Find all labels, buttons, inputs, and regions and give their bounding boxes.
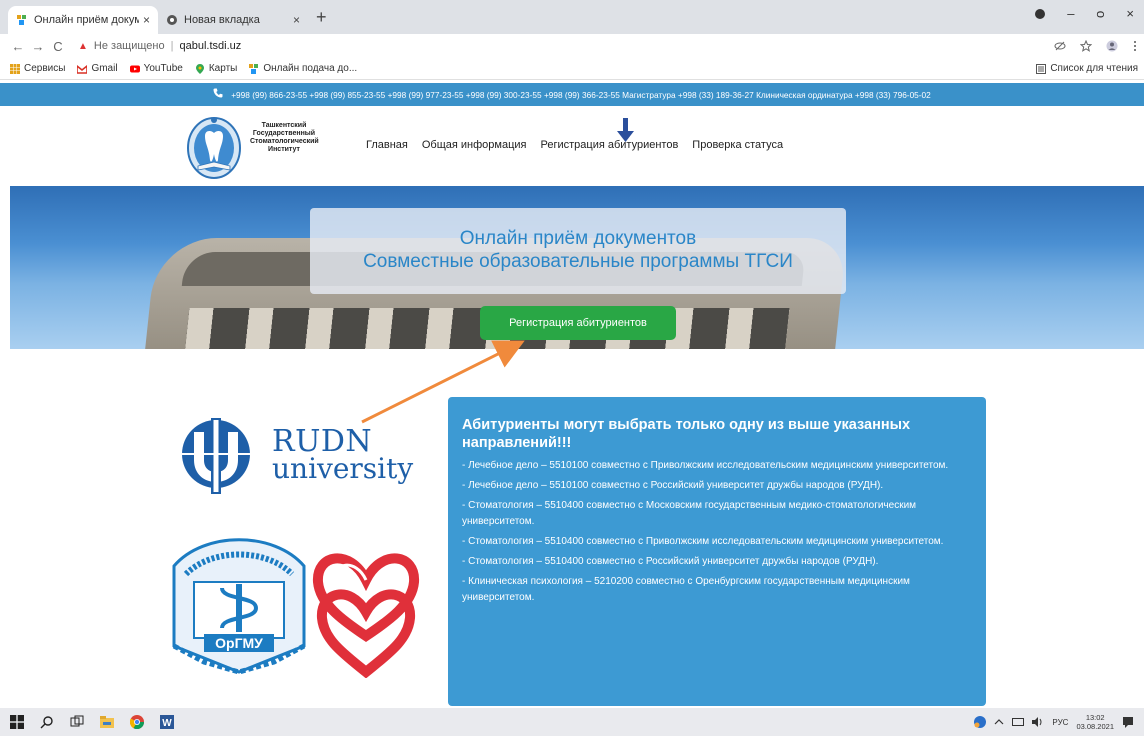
file-explorer-icon[interactable] (100, 715, 114, 729)
bookmark-label: Карты (208, 63, 238, 74)
profile-icon[interactable] (1106, 40, 1118, 52)
keyboard-icon[interactable] (1012, 717, 1025, 727)
menu-kebab-icon[interactable] (1132, 40, 1138, 52)
orgmu-label: ОрГМУ (215, 635, 263, 651)
main-menu: Главная Общая информация Регистрация аби… (366, 139, 783, 151)
new-tab-button[interactable]: + (316, 7, 327, 28)
gmail-icon (77, 64, 88, 74)
bookmarks-bar: Сервисы Gmail YouTube Карты Онлайн подач… (0, 58, 1144, 80)
tab-online-reception[interactable]: Онлайн приём документов × (8, 6, 158, 34)
system-tray: РУС 13:02 03.08.2021 (974, 708, 1134, 736)
address-actions (1054, 40, 1138, 52)
direction-item: - Лечебное дело – 5510100 совместно с Ро… (462, 479, 884, 491)
url-separator: | (170, 40, 174, 52)
windows-start-icon[interactable] (10, 715, 24, 729)
reading-list-button[interactable]: Список для чтения (1036, 63, 1138, 74)
info-title: Абитуриенты могут выбрать только одну из… (462, 417, 911, 451)
reload-button[interactable]: C (48, 39, 68, 54)
clock-time: 13:02 (1085, 713, 1105, 722)
menu-item-home[interactable]: Главная (366, 139, 408, 151)
chrome-favicon-icon (167, 15, 177, 25)
task-view-icon[interactable] (70, 715, 84, 729)
search-icon[interactable] (40, 715, 54, 729)
bookmark-services[interactable]: Сервисы (10, 63, 65, 74)
word-icon[interactable]: W (160, 715, 174, 729)
hearts-logo-icon (313, 553, 419, 678)
chevron-up-icon[interactable] (994, 717, 1004, 727)
chrome-icon[interactable] (130, 715, 144, 729)
menu-item-status-check[interactable]: Проверка статуса (692, 139, 783, 151)
bookmark-gmail[interactable]: Gmail (77, 63, 118, 74)
security-status: Не защищено (93, 40, 165, 52)
tab-new-tab[interactable]: Новая вкладка × (158, 6, 308, 34)
maps-icon (195, 63, 204, 74)
address-bar: ← → C ▲ Не защищено | qabul.tsdi.uz (0, 34, 1144, 58)
contact-phone-bar: +998 (99) 866-23-55 +998 (99) 855-23-55 … (0, 83, 1144, 106)
direction-item: - Лечебное дело – 5510100 совместно с Пр… (462, 459, 949, 471)
svg-text:W: W (162, 718, 172, 729)
phone-icon (213, 88, 223, 101)
hero-caption-box: Онлайн приём документов Совместные образ… (310, 208, 846, 294)
tab-title: Онлайн приём документов (34, 14, 139, 26)
notification-icon[interactable] (1122, 716, 1134, 728)
bookmark-label: Сервисы (24, 63, 66, 74)
star-icon[interactable] (1080, 40, 1092, 52)
bookmark-label: Gmail (91, 63, 118, 74)
clock[interactable]: 13:02 03.08.2021 (1076, 713, 1114, 731)
bookmark-label: YouTube (143, 63, 183, 74)
language-indicator[interactable]: РУС (1052, 718, 1068, 727)
youtube-icon (129, 65, 140, 72)
institute-name: Ташкентский Государственный Стоматологич… (250, 122, 319, 154)
eye-off-icon[interactable] (1054, 40, 1066, 52)
hero-subtitle: Совместные образовательные программы ТГС… (363, 251, 793, 272)
direction-item: - Клиническая психология – 5210200 совме… (462, 575, 910, 603)
network-status-icon[interactable] (974, 716, 987, 728)
url-field[interactable]: ▲ Не защищено | qabul.tsdi.uz (78, 40, 241, 52)
site-favicon-icon (17, 15, 26, 25)
reading-list-icon (1036, 63, 1047, 74)
applicant-registration-button[interactable]: Регистрация абитуриентов (480, 306, 676, 340)
menu-item-general-info[interactable]: Общая информация (422, 139, 527, 151)
menu-item-registration[interactable]: Регистрация абитуриентов (541, 139, 679, 151)
forward-button[interactable]: → (28, 39, 48, 54)
reading-list-label: Список для чтения (1050, 63, 1138, 74)
warning-icon: ▲ (78, 40, 88, 52)
bookmark-maps[interactable]: Карты (195, 63, 238, 74)
volume-icon[interactable] (1032, 717, 1044, 727)
back-button[interactable]: ← (8, 39, 28, 54)
phone-numbers: +998 (99) 866-23-55 +998 (99) 855-23-55 … (231, 89, 931, 100)
record-icon[interactable] (1035, 8, 1046, 19)
directions-info-box: Абитуриенты могут выбрать только одну из… (448, 397, 986, 706)
tab-title: Новая вкладка (184, 14, 260, 26)
institute-logo-icon[interactable] (186, 114, 242, 180)
windows-taskbar: W РУС 13:02 03.08.2021 (0, 708, 1144, 736)
tab-close-icon[interactable]: × (293, 13, 300, 27)
bookmark-label: Онлайн подача до... (263, 63, 358, 74)
window-controls: – ᴑ × (1035, 6, 1134, 21)
tab-close-icon[interactable]: × (143, 13, 150, 27)
site-header: Ташкентский Государственный Стоматологич… (0, 108, 1144, 186)
bookmark-youtube[interactable]: YouTube (129, 63, 183, 74)
direction-item: - Стоматология – 5510400 совместно с Мос… (462, 499, 917, 527)
url-host: qabul.tsdi.uz (179, 40, 242, 52)
clock-date: 03.08.2021 (1076, 722, 1114, 731)
bookmark-online-submission[interactable]: Онлайн подача до... (249, 63, 357, 74)
browser-tabbar: Онлайн приём документов × Новая вкладка … (0, 0, 1144, 34)
maximize-button[interactable]: ᴑ (1096, 6, 1104, 21)
hero-banner: Онлайн приём документов Совместные образ… (10, 186, 1144, 349)
direction-item: - Стоматология – 5510400 совместно с Рос… (462, 555, 879, 567)
orgmu-logo-icon: ОрГМУ (172, 538, 306, 675)
close-window-button[interactable]: × (1126, 6, 1134, 21)
minimize-button[interactable]: – (1067, 6, 1074, 21)
apps-icon (10, 63, 20, 74)
direction-item: - Стоматология – 5510400 совместно с При… (462, 535, 944, 547)
rudn-wordmark-line2: university (272, 452, 414, 485)
site-icon (249, 63, 259, 74)
hero-title: Онлайн приём документов (459, 228, 697, 249)
